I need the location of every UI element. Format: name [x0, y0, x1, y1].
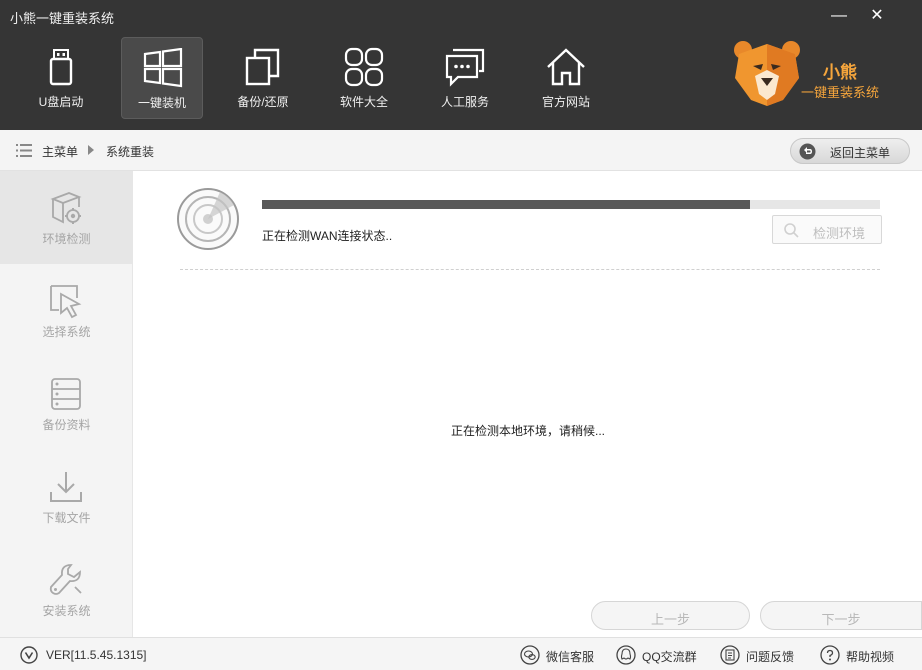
server-backup-icon	[51, 378, 81, 410]
sidebar-item-label: 下载文件	[42, 511, 91, 525]
sidebar-item-environment-check[interactable]: 环境检测	[0, 171, 133, 264]
feedback-link-label: 问题反馈	[746, 650, 795, 664]
nav-item-official-site[interactable]: 官方网站	[525, 37, 607, 119]
status-footer: VER[11.5.45.1315] 微信客服 QQ交流群 问题反馈 帮助视频	[0, 637, 922, 670]
wechat-service-link[interactable]: 微信客服	[520, 644, 600, 666]
sidebar-item-backup-data[interactable]: 备份资料	[0, 357, 133, 450]
sidebar-item-download-files[interactable]: 下载文件	[0, 450, 133, 543]
next-step-button[interactable]: 下一步	[760, 601, 922, 630]
wechat-link-label: 微信客服	[546, 650, 595, 664]
environment-check-icon	[50, 192, 82, 224]
download-icon	[50, 472, 82, 502]
help-video-link[interactable]: 帮助视频	[820, 644, 920, 666]
progress-fill	[262, 200, 751, 209]
nav-label: 人工服务	[440, 95, 489, 109]
brand: 小熊 一键重装系统	[733, 40, 903, 110]
windows-icon	[143, 48, 183, 88]
brand-name: 小熊	[823, 63, 857, 82]
wrench-icon	[49, 564, 82, 595]
detection-progress-bar	[262, 200, 880, 209]
nav-label: 备份/还原	[237, 95, 289, 109]
detect-environment-button[interactable]: 检测环境	[772, 215, 882, 244]
wechat-icon	[520, 645, 540, 665]
nav-item-one-click-install[interactable]: 一键装机	[121, 37, 203, 119]
nav-label: U盘启动	[38, 95, 84, 109]
version-icon	[20, 646, 38, 664]
detect-button-label: 检测环境	[813, 226, 866, 241]
main-nav: U盘启动 一键装机 备份/还原 软件大全 人工服务 官方网站	[20, 37, 626, 119]
cursor-select-icon	[50, 285, 82, 319]
sidebar-item-label: 安装系统	[42, 604, 91, 618]
bear-logo-icon	[734, 41, 800, 106]
nav-label: 一键装机	[137, 96, 186, 110]
back-arrow-icon	[799, 143, 816, 160]
version-text: VER[11.5.45.1315]	[46, 648, 147, 662]
backup-copy-icon	[245, 48, 280, 86]
home-icon	[547, 48, 585, 86]
sidebar-item-label: 备份资料	[42, 418, 91, 432]
nav-item-manual-service[interactable]: 人工服务	[424, 37, 506, 119]
feedback-icon	[720, 645, 740, 665]
sidebar-item-label: 选择系统	[42, 325, 91, 339]
qq-group-link[interactable]: QQ交流群	[616, 644, 701, 666]
menu-list-icon	[16, 144, 32, 157]
main-panel: 正在检测WAN连接状态.. 检测环境 正在检测本地环境，请稍候... 上一步 下…	[134, 171, 922, 637]
app-title: 小熊一键重装系统	[10, 11, 115, 26]
breadcrumb-separator-icon	[88, 145, 94, 155]
nav-item-software[interactable]: 软件大全	[323, 37, 405, 119]
usb-drive-icon	[49, 49, 73, 86]
sidebar-item-select-system[interactable]: 选择系统	[0, 264, 133, 357]
title-bar: 小熊一键重装系统 — ✕ U盘启动 一键装机 备份/还原 软件大全 人工服务 官…	[0, 0, 922, 130]
chat-bubble-icon	[445, 48, 485, 87]
minimize-button[interactable]: —	[829, 6, 849, 26]
apps-grid-icon	[344, 47, 384, 87]
step-sidebar: 环境检测 选择系统 备份资料 下载文件 安装系统	[0, 171, 133, 637]
back-to-main-menu-button[interactable]: 返回主菜单	[790, 138, 910, 164]
qq-icon	[616, 645, 636, 665]
radar-scan-icon	[177, 188, 239, 250]
close-button[interactable]: ✕	[867, 6, 887, 26]
dashed-divider	[180, 269, 880, 270]
next-step-label: 下一步	[821, 612, 861, 627]
breadcrumb: 主菜单 系统重装 返回主菜单	[0, 130, 922, 171]
nav-item-backup-restore[interactable]: 备份/还原	[222, 37, 304, 119]
breadcrumb-current: 系统重装	[106, 145, 155, 159]
detection-status-text: 正在检测WAN连接状态..	[262, 229, 393, 243]
help-link-label: 帮助视频	[846, 650, 895, 664]
brand-subtitle: 一键重装系统	[801, 85, 880, 100]
search-icon	[784, 223, 799, 238]
feedback-link[interactable]: 问题反馈	[720, 644, 800, 666]
sidebar-item-install-system[interactable]: 安装系统	[0, 543, 133, 636]
previous-step-button[interactable]: 上一步	[591, 601, 750, 630]
nav-item-usb-boot[interactable]: U盘启动	[20, 37, 102, 119]
qq-link-label: QQ交流群	[642, 650, 697, 664]
breadcrumb-home-link[interactable]: 主菜单	[42, 143, 78, 160]
nav-label: 官方网站	[541, 95, 590, 109]
help-icon	[820, 645, 840, 665]
sidebar-item-label: 环境检测	[42, 232, 91, 246]
back-button-label: 返回主菜单	[830, 146, 891, 160]
previous-step-label: 上一步	[650, 612, 690, 627]
nav-label: 软件大全	[339, 95, 388, 109]
local-environment-status: 正在检测本地环境，请稍候...	[450, 424, 605, 438]
